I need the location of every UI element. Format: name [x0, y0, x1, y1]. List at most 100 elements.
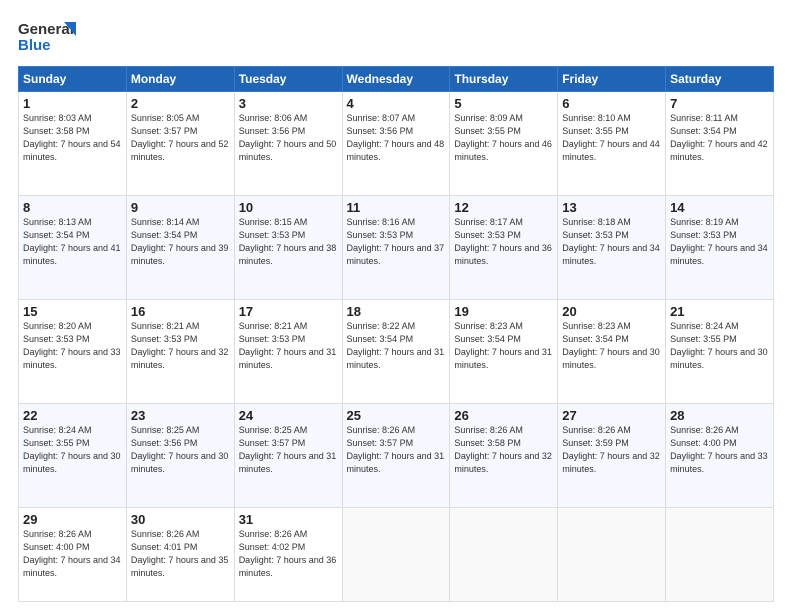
day-cell-17: 17Sunrise: 8:21 AMSunset: 3:53 PMDayligh…	[234, 299, 342, 403]
day-number: 19	[454, 304, 553, 319]
day-number: 2	[131, 96, 230, 111]
day-info: Sunrise: 8:18 AMSunset: 3:53 PMDaylight:…	[562, 216, 661, 268]
day-cell-9: 9Sunrise: 8:14 AMSunset: 3:54 PMDaylight…	[126, 195, 234, 299]
day-cell-16: 16Sunrise: 8:21 AMSunset: 3:53 PMDayligh…	[126, 299, 234, 403]
day-cell-7: 7Sunrise: 8:11 AMSunset: 3:54 PMDaylight…	[666, 92, 774, 196]
weekday-sunday: Sunday	[19, 67, 127, 92]
week-row-2: 8Sunrise: 8:13 AMSunset: 3:54 PMDaylight…	[19, 195, 774, 299]
day-info: Sunrise: 8:06 AMSunset: 3:56 PMDaylight:…	[239, 112, 338, 164]
day-cell-6: 6Sunrise: 8:10 AMSunset: 3:55 PMDaylight…	[558, 92, 666, 196]
day-cell-27: 27Sunrise: 8:26 AMSunset: 3:59 PMDayligh…	[558, 403, 666, 507]
day-number: 22	[23, 408, 122, 423]
day-info: Sunrise: 8:21 AMSunset: 3:53 PMDaylight:…	[131, 320, 230, 372]
weekday-header-row: SundayMondayTuesdayWednesdayThursdayFrid…	[19, 67, 774, 92]
day-info: Sunrise: 8:14 AMSunset: 3:54 PMDaylight:…	[131, 216, 230, 268]
day-info: Sunrise: 8:26 AMSunset: 4:00 PMDaylight:…	[23, 528, 122, 580]
day-number: 17	[239, 304, 338, 319]
day-cell-22: 22Sunrise: 8:24 AMSunset: 3:55 PMDayligh…	[19, 403, 127, 507]
day-number: 15	[23, 304, 122, 319]
day-cell-10: 10Sunrise: 8:15 AMSunset: 3:53 PMDayligh…	[234, 195, 342, 299]
day-cell-13: 13Sunrise: 8:18 AMSunset: 3:53 PMDayligh…	[558, 195, 666, 299]
weekday-friday: Friday	[558, 67, 666, 92]
day-cell-5: 5Sunrise: 8:09 AMSunset: 3:55 PMDaylight…	[450, 92, 558, 196]
weekday-tuesday: Tuesday	[234, 67, 342, 92]
day-number: 31	[239, 512, 338, 527]
day-info: Sunrise: 8:05 AMSunset: 3:57 PMDaylight:…	[131, 112, 230, 164]
empty-cell	[342, 507, 450, 602]
svg-text:Blue: Blue	[18, 37, 51, 54]
day-number: 24	[239, 408, 338, 423]
day-info: Sunrise: 8:15 AMSunset: 3:53 PMDaylight:…	[239, 216, 338, 268]
day-info: Sunrise: 8:13 AMSunset: 3:54 PMDaylight:…	[23, 216, 122, 268]
week-row-5: 29Sunrise: 8:26 AMSunset: 4:00 PMDayligh…	[19, 507, 774, 602]
empty-cell	[450, 507, 558, 602]
day-info: Sunrise: 8:26 AMSunset: 4:00 PMDaylight:…	[670, 424, 769, 476]
day-number: 14	[670, 200, 769, 215]
day-info: Sunrise: 8:26 AMSunset: 3:57 PMDaylight:…	[347, 424, 446, 476]
day-number: 5	[454, 96, 553, 111]
day-number: 10	[239, 200, 338, 215]
logo: GeneralBlue	[18, 18, 78, 56]
day-cell-23: 23Sunrise: 8:25 AMSunset: 3:56 PMDayligh…	[126, 403, 234, 507]
day-info: Sunrise: 8:26 AMSunset: 4:02 PMDaylight:…	[239, 528, 338, 580]
day-cell-8: 8Sunrise: 8:13 AMSunset: 3:54 PMDaylight…	[19, 195, 127, 299]
weekday-wednesday: Wednesday	[342, 67, 450, 92]
day-number: 25	[347, 408, 446, 423]
day-number: 18	[347, 304, 446, 319]
weekday-saturday: Saturday	[666, 67, 774, 92]
day-info: Sunrise: 8:10 AMSunset: 3:55 PMDaylight:…	[562, 112, 661, 164]
day-info: Sunrise: 8:23 AMSunset: 3:54 PMDaylight:…	[454, 320, 553, 372]
day-cell-14: 14Sunrise: 8:19 AMSunset: 3:53 PMDayligh…	[666, 195, 774, 299]
day-number: 9	[131, 200, 230, 215]
day-cell-25: 25Sunrise: 8:26 AMSunset: 3:57 PMDayligh…	[342, 403, 450, 507]
weekday-monday: Monday	[126, 67, 234, 92]
day-number: 20	[562, 304, 661, 319]
day-number: 3	[239, 96, 338, 111]
day-info: Sunrise: 8:26 AMSunset: 3:58 PMDaylight:…	[454, 424, 553, 476]
day-number: 16	[131, 304, 230, 319]
day-info: Sunrise: 8:22 AMSunset: 3:54 PMDaylight:…	[347, 320, 446, 372]
day-cell-24: 24Sunrise: 8:25 AMSunset: 3:57 PMDayligh…	[234, 403, 342, 507]
day-info: Sunrise: 8:19 AMSunset: 3:53 PMDaylight:…	[670, 216, 769, 268]
day-number: 26	[454, 408, 553, 423]
day-info: Sunrise: 8:16 AMSunset: 3:53 PMDaylight:…	[347, 216, 446, 268]
day-info: Sunrise: 8:24 AMSunset: 3:55 PMDaylight:…	[670, 320, 769, 372]
day-number: 30	[131, 512, 230, 527]
day-number: 29	[23, 512, 122, 527]
empty-cell	[666, 507, 774, 602]
day-cell-28: 28Sunrise: 8:26 AMSunset: 4:00 PMDayligh…	[666, 403, 774, 507]
day-info: Sunrise: 8:03 AMSunset: 3:58 PMDaylight:…	[23, 112, 122, 164]
day-info: Sunrise: 8:21 AMSunset: 3:53 PMDaylight:…	[239, 320, 338, 372]
day-info: Sunrise: 8:09 AMSunset: 3:55 PMDaylight:…	[454, 112, 553, 164]
day-cell-2: 2Sunrise: 8:05 AMSunset: 3:57 PMDaylight…	[126, 92, 234, 196]
day-number: 7	[670, 96, 769, 111]
day-number: 21	[670, 304, 769, 319]
day-number: 27	[562, 408, 661, 423]
day-cell-30: 30Sunrise: 8:26 AMSunset: 4:01 PMDayligh…	[126, 507, 234, 602]
day-number: 28	[670, 408, 769, 423]
day-info: Sunrise: 8:23 AMSunset: 3:54 PMDaylight:…	[562, 320, 661, 372]
day-cell-19: 19Sunrise: 8:23 AMSunset: 3:54 PMDayligh…	[450, 299, 558, 403]
day-number: 13	[562, 200, 661, 215]
header: GeneralBlue	[18, 18, 774, 56]
week-row-4: 22Sunrise: 8:24 AMSunset: 3:55 PMDayligh…	[19, 403, 774, 507]
day-cell-1: 1Sunrise: 8:03 AMSunset: 3:58 PMDaylight…	[19, 92, 127, 196]
day-cell-4: 4Sunrise: 8:07 AMSunset: 3:56 PMDaylight…	[342, 92, 450, 196]
day-cell-20: 20Sunrise: 8:23 AMSunset: 3:54 PMDayligh…	[558, 299, 666, 403]
day-number: 1	[23, 96, 122, 111]
day-cell-31: 31Sunrise: 8:26 AMSunset: 4:02 PMDayligh…	[234, 507, 342, 602]
calendar-table: SundayMondayTuesdayWednesdayThursdayFrid…	[18, 66, 774, 602]
day-cell-21: 21Sunrise: 8:24 AMSunset: 3:55 PMDayligh…	[666, 299, 774, 403]
weekday-thursday: Thursday	[450, 67, 558, 92]
day-info: Sunrise: 8:24 AMSunset: 3:55 PMDaylight:…	[23, 424, 122, 476]
day-number: 11	[347, 200, 446, 215]
empty-cell	[558, 507, 666, 602]
day-number: 8	[23, 200, 122, 215]
day-info: Sunrise: 8:26 AMSunset: 3:59 PMDaylight:…	[562, 424, 661, 476]
day-info: Sunrise: 8:17 AMSunset: 3:53 PMDaylight:…	[454, 216, 553, 268]
page: GeneralBlue SundayMondayTuesdayWednesday…	[0, 0, 792, 612]
day-info: Sunrise: 8:07 AMSunset: 3:56 PMDaylight:…	[347, 112, 446, 164]
day-number: 6	[562, 96, 661, 111]
day-cell-18: 18Sunrise: 8:22 AMSunset: 3:54 PMDayligh…	[342, 299, 450, 403]
week-row-3: 15Sunrise: 8:20 AMSunset: 3:53 PMDayligh…	[19, 299, 774, 403]
